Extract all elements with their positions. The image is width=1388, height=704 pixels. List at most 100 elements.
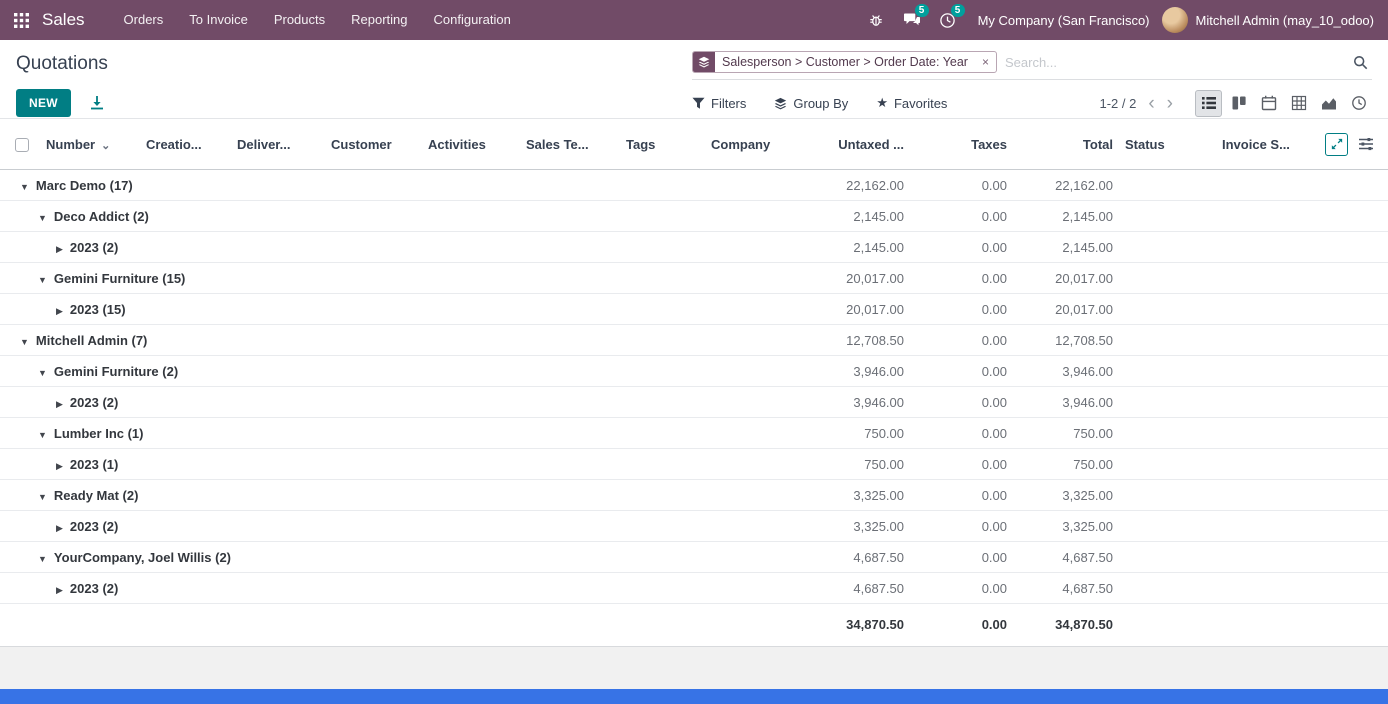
group-label: 2023 (2)	[70, 395, 118, 410]
group-taxes: 0.00	[910, 449, 1013, 480]
view-switcher-activity[interactable]	[1345, 90, 1372, 117]
menu-to-invoice[interactable]: To Invoice	[176, 0, 261, 40]
group-row[interactable]: ▶2023 (1)750.000.00750.00	[0, 449, 1388, 480]
column-header-tags[interactable]: Tags	[620, 119, 705, 170]
group-label: Ready Mat (2)	[54, 488, 139, 503]
group-row[interactable]: ▼Deco Addict (2)2,145.000.002,145.00	[0, 201, 1388, 232]
view-switcher-pivot[interactable]	[1285, 90, 1312, 117]
group-untaxed: 750.00	[805, 418, 910, 449]
search-bar[interactable]: Salesperson > Customer > Order Date: Yea…	[692, 48, 1372, 80]
kanban-view-icon	[1231, 95, 1247, 111]
layers-icon	[774, 97, 787, 110]
user-menu[interactable]: Mitchell Admin (may_10_odoo)	[1188, 13, 1388, 28]
group-row[interactable]: ▶2023 (15)20,017.000.0020,017.00	[0, 294, 1388, 325]
group-taxes: 0.00	[910, 325, 1013, 356]
group-total: 750.00	[1013, 449, 1119, 480]
group-row[interactable]: ▼Ready Mat (2)3,325.000.003,325.00	[0, 480, 1388, 511]
menu-orders[interactable]: Orders	[111, 0, 177, 40]
group-row[interactable]: ▶2023 (2)3,325.000.003,325.00	[0, 511, 1388, 542]
group-total: 3,946.00	[1013, 356, 1119, 387]
column-header-creatio[interactable]: Creatio...	[140, 119, 231, 170]
select-all-checkbox[interactable]	[15, 138, 29, 152]
company-switcher[interactable]: My Company (San Francisco)	[966, 13, 1162, 28]
group-taxes: 0.00	[910, 418, 1013, 449]
user-avatar	[1162, 7, 1188, 33]
column-header-taxes[interactable]: Taxes	[910, 119, 1013, 170]
group-row[interactable]: ▼Lumber Inc (1)750.000.00750.00	[0, 418, 1388, 449]
debug-bug-icon[interactable]	[858, 0, 894, 40]
top-navbar: Sales OrdersTo InvoiceProductsReportingC…	[0, 0, 1388, 40]
expand-groups-button[interactable]	[1325, 133, 1348, 156]
group-taxes: 0.00	[910, 511, 1013, 542]
group-label: 2023 (15)	[70, 302, 126, 317]
caret-down-icon: ▼	[38, 554, 47, 564]
breadcrumb-title: Quotations	[16, 53, 108, 75]
group-row[interactable]: ▶2023 (2)3,946.000.003,946.00	[0, 387, 1388, 418]
column-header-status[interactable]: Status	[1119, 119, 1216, 170]
group-label: Lumber Inc (1)	[54, 426, 144, 441]
totals-row: 34,870.50 0.00 34,870.50	[0, 604, 1388, 646]
column-header-company[interactable]: Company	[705, 119, 805, 170]
calendar-view-icon	[1261, 95, 1277, 111]
group-untaxed: 20,017.00	[805, 263, 910, 294]
view-switcher-list[interactable]	[1195, 90, 1222, 117]
group-untaxed: 3,946.00	[805, 387, 910, 418]
search-icon[interactable]	[1353, 55, 1370, 70]
group-row[interactable]: ▶2023 (2)4,687.500.004,687.50	[0, 573, 1388, 604]
group-total: 4,687.50	[1013, 542, 1119, 573]
group-label: 2023 (1)	[70, 457, 118, 472]
menu-reporting[interactable]: Reporting	[338, 0, 420, 40]
column-header-customer[interactable]: Customer	[325, 119, 422, 170]
caret-down-icon: ▼	[20, 337, 29, 347]
pager-previous-icon[interactable]: ‹	[1148, 94, 1154, 113]
facet-remove-icon[interactable]: ×	[975, 52, 996, 72]
caret-right-icon: ▶	[56, 461, 63, 472]
group-total: 22,162.00	[1013, 170, 1119, 201]
search-input[interactable]	[1005, 55, 1345, 70]
group-total: 2,145.00	[1013, 201, 1119, 232]
activity-view-icon	[1351, 95, 1367, 111]
filters-button[interactable]: Filters	[692, 96, 746, 111]
column-header-activities[interactable]: Activities	[422, 119, 520, 170]
activities-clock-icon[interactable]: 5	[930, 0, 966, 40]
view-switcher-kanban[interactable]	[1225, 90, 1252, 117]
group-taxes: 0.00	[910, 170, 1013, 201]
group-row[interactable]: ▼Marc Demo (17)22,162.000.0022,162.00	[0, 170, 1388, 201]
group-by-button[interactable]: Group By	[774, 96, 848, 111]
column-header-sales-te[interactable]: Sales Te...	[520, 119, 620, 170]
group-row[interactable]: ▼Mitchell Admin (7)12,708.500.0012,708.5…	[0, 325, 1388, 356]
group-total: 3,325.00	[1013, 511, 1119, 542]
group-total: 12,708.50	[1013, 325, 1119, 356]
menu-configuration[interactable]: Configuration	[421, 0, 524, 40]
group-total: 2,145.00	[1013, 232, 1119, 263]
menu-products[interactable]: Products	[261, 0, 338, 40]
export-download-icon[interactable]	[87, 93, 107, 113]
group-row[interactable]: ▼Gemini Furniture (2)3,946.000.003,946.0…	[0, 356, 1388, 387]
optional-columns-button[interactable]	[1358, 136, 1374, 152]
app-name[interactable]: Sales	[42, 10, 85, 30]
view-switcher-calendar[interactable]	[1255, 90, 1282, 117]
group-total: 20,017.00	[1013, 294, 1119, 325]
view-switcher-graph[interactable]	[1315, 90, 1342, 117]
pager-next-icon[interactable]: ›	[1167, 94, 1173, 113]
column-header-deliver[interactable]: Deliver...	[231, 119, 325, 170]
group-untaxed: 4,687.50	[805, 542, 910, 573]
group-total: 750.00	[1013, 418, 1119, 449]
graph-view-icon	[1321, 95, 1337, 111]
column-header-untaxed[interactable]: Untaxed ...	[805, 119, 910, 170]
column-header-total[interactable]: Total	[1013, 119, 1119, 170]
caret-right-icon: ▶	[56, 523, 63, 534]
select-all-header	[0, 119, 40, 170]
column-header-invoice-s[interactable]: Invoice S...	[1216, 119, 1319, 170]
messages-icon[interactable]: 5	[894, 0, 930, 40]
group-untaxed: 3,946.00	[805, 356, 910, 387]
table-header-row: Number⌄Creatio...Deliver...CustomerActiv…	[0, 119, 1388, 170]
apps-menu-icon[interactable]	[0, 0, 42, 40]
group-row[interactable]: ▼YourCompany, Joel Willis (2)4,687.500.0…	[0, 542, 1388, 573]
column-header-number[interactable]: Number⌄	[40, 119, 140, 170]
group-row[interactable]: ▼Gemini Furniture (15)20,017.000.0020,01…	[0, 263, 1388, 294]
group-row[interactable]: ▶2023 (2)2,145.000.002,145.00	[0, 232, 1388, 263]
view-switcher	[1195, 90, 1372, 117]
new-button[interactable]: NEW	[16, 89, 71, 117]
favorites-button[interactable]: ★ Favorites	[876, 95, 947, 111]
